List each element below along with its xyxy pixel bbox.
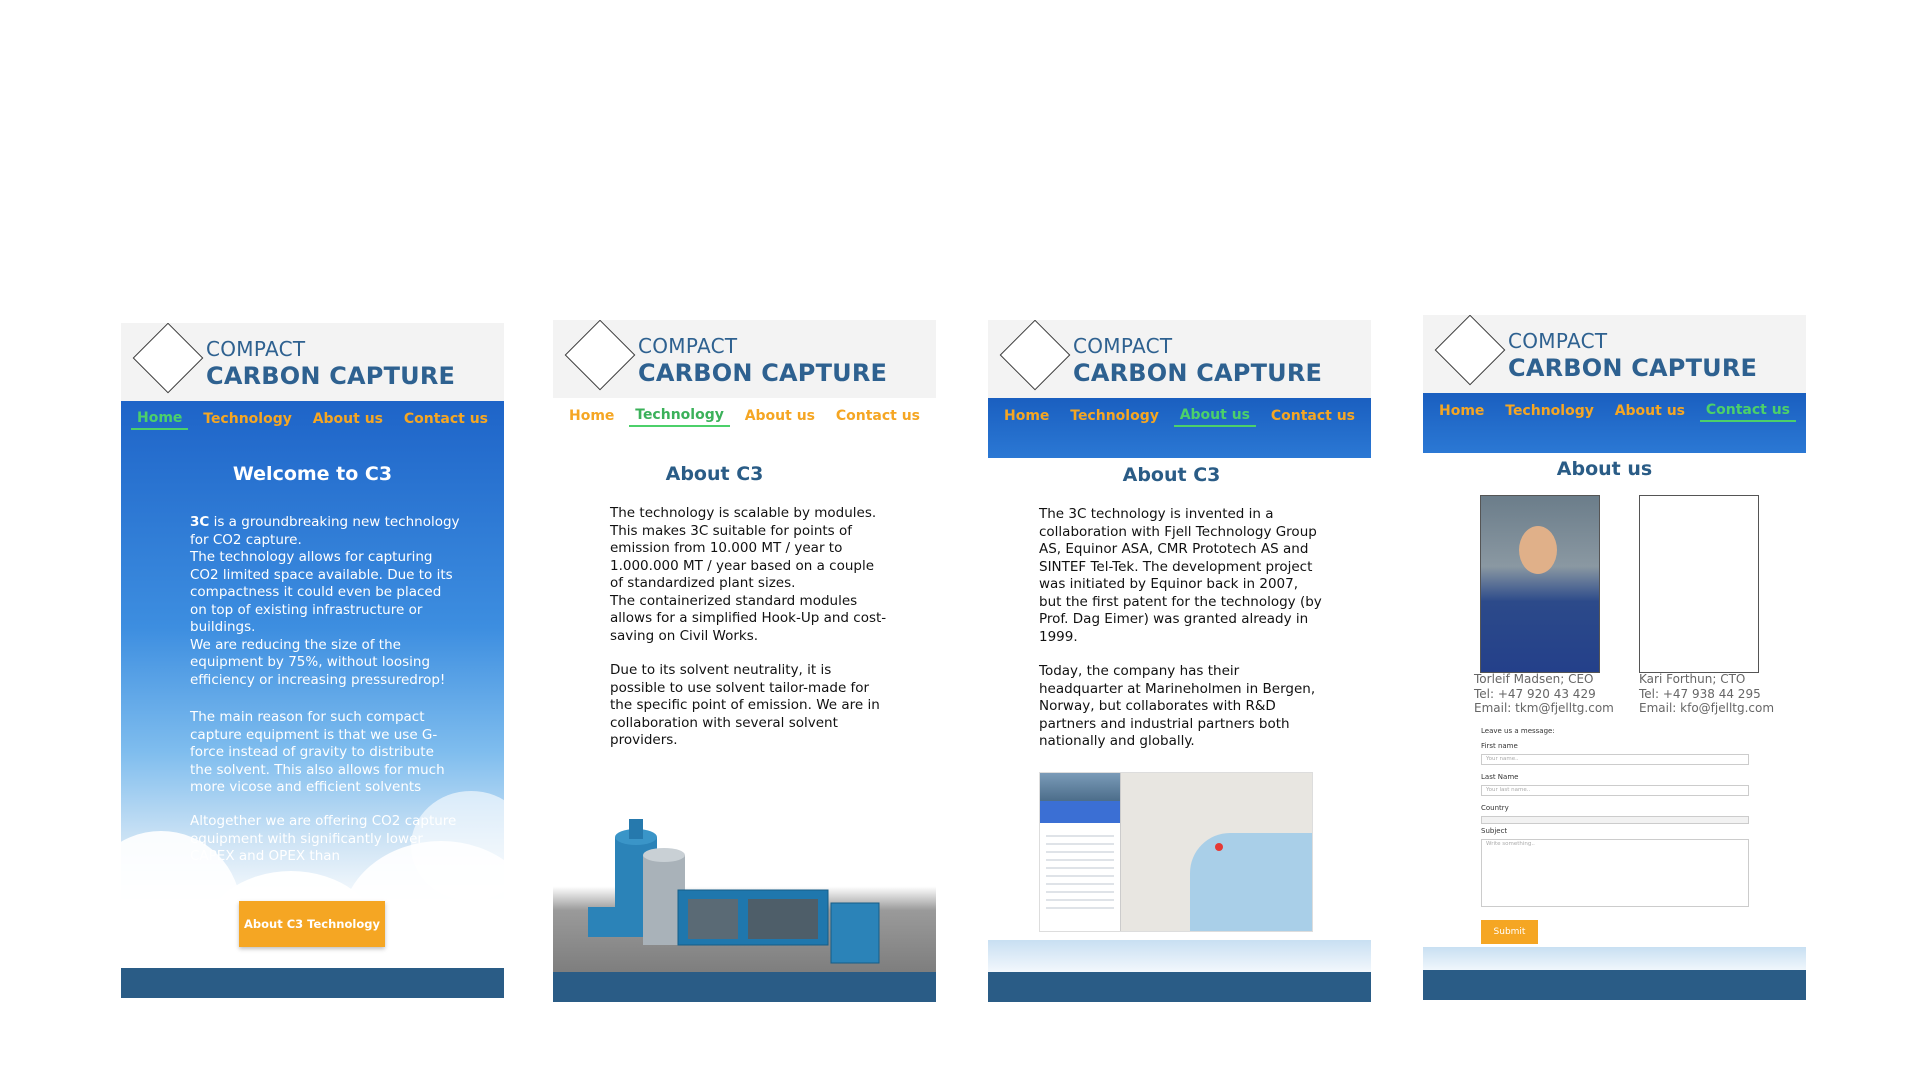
- main-nav: Home Technology About us Contact us: [988, 398, 1371, 432]
- logo-diamond-icon: [132, 323, 204, 394]
- logo-line2: CARBON CAPTURE: [206, 362, 456, 390]
- footer-bar: [121, 968, 504, 998]
- intro-text: 3C is a groundbreaking new technology fo…: [190, 514, 460, 689]
- logo[interactable]: COMPACT CARBON CAPTURE: [206, 337, 455, 391]
- page-title: About C3: [1122, 464, 1221, 486]
- site-header: COMPACT CARBON CAPTURE: [988, 320, 1371, 398]
- logo-line1: COMPACT: [206, 337, 306, 361]
- offering-text: Altogether we are offering CO2 capture e…: [190, 813, 457, 864]
- intro-rest: is a groundbreaking new technology for C…: [190, 514, 460, 688]
- nav-contact-us[interactable]: Contact us: [830, 404, 926, 426]
- headquarter-text: Today, the company has their headquarter…: [1039, 663, 1316, 749]
- nav-band: Home Technology About us Contact us: [1423, 393, 1806, 453]
- solvent-text: Due to its solvent neutrality, it is pos…: [610, 662, 880, 748]
- logo[interactable]: COMPACT CARBON CAPTURE: [1508, 329, 1757, 383]
- logo-diamond-icon: [999, 320, 1071, 391]
- nav-contact-us[interactable]: Contact us: [398, 407, 494, 429]
- logo-line1: COMPACT: [1073, 334, 1173, 358]
- map-embed[interactable]: [1039, 772, 1313, 932]
- nav-about-us[interactable]: About us: [739, 404, 821, 426]
- form-heading: Leave us a message:: [1481, 727, 1555, 735]
- plant-drawing: [588, 819, 880, 964]
- scalability-text: The technology is scalable by modules. T…: [610, 505, 887, 644]
- sky-strip: [988, 940, 1371, 974]
- plant-illustration: [553, 815, 936, 974]
- cto-contact: Kari Forthun; CTO Tel: +47 938 44 295 Em…: [1639, 672, 1775, 715]
- map-place-card: [1040, 801, 1120, 823]
- page-title: About us: [1556, 458, 1653, 480]
- screen-home: COMPACT CARBON CAPTURE Home Technology A…: [121, 323, 504, 998]
- history-text: The 3C technology is invented in a colla…: [1039, 506, 1322, 645]
- last-name-input[interactable]: Your last name..: [1481, 785, 1749, 796]
- screen-about-c3: COMPACT CARBON CAPTURE Home Technology A…: [988, 320, 1371, 1002]
- ceo-contact: Torleif Madsen; CEO Tel: +47 920 43 429 …: [1474, 672, 1614, 715]
- nav-home[interactable]: Home: [131, 406, 189, 430]
- logo-diamond-icon: [1434, 315, 1506, 386]
- logo-line2: CARBON CAPTURE: [1508, 354, 1758, 382]
- screen-contact: COMPACT CARBON CAPTURE Home Technology A…: [1423, 315, 1806, 1000]
- logo-line1: COMPACT: [638, 334, 738, 358]
- submit-button[interactable]: Submit: [1481, 920, 1538, 944]
- logo-line2: CARBON CAPTURE: [638, 359, 888, 387]
- nav-about-us[interactable]: About us: [1173, 403, 1256, 427]
- footer-bar: [988, 972, 1371, 1002]
- subject-textarea[interactable]: Write something..: [1481, 839, 1749, 907]
- page-title: About C3: [665, 463, 764, 485]
- nav-home[interactable]: Home: [1433, 399, 1490, 421]
- logo-line2: CARBON CAPTURE: [1073, 359, 1323, 387]
- screen-technology: COMPACT CARBON CAPTURE Home Technology A…: [553, 320, 936, 1002]
- reason-text: The main reason for such compact capture…: [190, 709, 445, 795]
- map-photo: [1040, 773, 1120, 801]
- nav-contact-us[interactable]: Contact us: [1265, 404, 1361, 426]
- logo-diamond-icon: [564, 320, 636, 391]
- logo[interactable]: COMPACT CARBON CAPTURE: [1073, 334, 1322, 388]
- ceo-face: [1519, 526, 1557, 574]
- nav-home[interactable]: Home: [998, 404, 1055, 426]
- nav-contact-us[interactable]: Contact us: [1699, 398, 1796, 422]
- page-title: Welcome to C3: [232, 463, 393, 485]
- nav-about-us[interactable]: About us: [1609, 399, 1691, 421]
- site-header: COMPACT CARBON CAPTURE: [1423, 315, 1806, 393]
- first-name-label: First name: [1481, 742, 1518, 750]
- footer-bar: [1423, 970, 1806, 1000]
- main-nav: Home Technology About us Contact us: [121, 401, 504, 435]
- logo-line1: COMPACT: [1508, 329, 1608, 353]
- nav-home[interactable]: Home: [563, 404, 620, 426]
- subject-label: Subject: [1481, 827, 1508, 835]
- site-header: COMPACT CARBON CAPTURE: [121, 323, 504, 401]
- contact-form: Leave us a message: First name Your name…: [1481, 727, 1749, 947]
- first-name-input[interactable]: Your name..: [1481, 754, 1749, 765]
- map-list: [1046, 829, 1114, 909]
- about-c3-technology-button[interactable]: About C3 Technology: [239, 901, 385, 947]
- cto-photo-placeholder: [1639, 495, 1759, 673]
- ceo-photo: [1480, 495, 1600, 673]
- nav-technology[interactable]: Technology: [1499, 399, 1600, 421]
- logo[interactable]: COMPACT CARBON CAPTURE: [638, 334, 887, 388]
- map-pin-icon[interactable]: [1215, 843, 1223, 851]
- map-sidebar: [1040, 773, 1121, 931]
- country-label: Country: [1481, 804, 1509, 812]
- site-header: COMPACT CARBON CAPTURE: [553, 320, 936, 398]
- last-name-label: Last Name: [1481, 773, 1519, 781]
- main-nav: Home Technology About us Contact us: [553, 398, 936, 432]
- nav-technology[interactable]: Technology: [1064, 404, 1165, 426]
- map-water: [1190, 833, 1312, 931]
- main-nav: Home Technology About us Contact us: [1423, 393, 1806, 427]
- nav-band: Home Technology About us Contact us: [988, 398, 1371, 458]
- intro-bold: 3C: [190, 514, 210, 530]
- nav-technology[interactable]: Technology: [197, 407, 298, 429]
- hero-sky: Home Technology About us Contact us Welc…: [121, 401, 504, 998]
- nav-technology[interactable]: Technology: [629, 403, 730, 427]
- country-select[interactable]: [1481, 816, 1749, 824]
- footer-bar: [553, 972, 936, 1002]
- nav-about-us[interactable]: About us: [307, 407, 389, 429]
